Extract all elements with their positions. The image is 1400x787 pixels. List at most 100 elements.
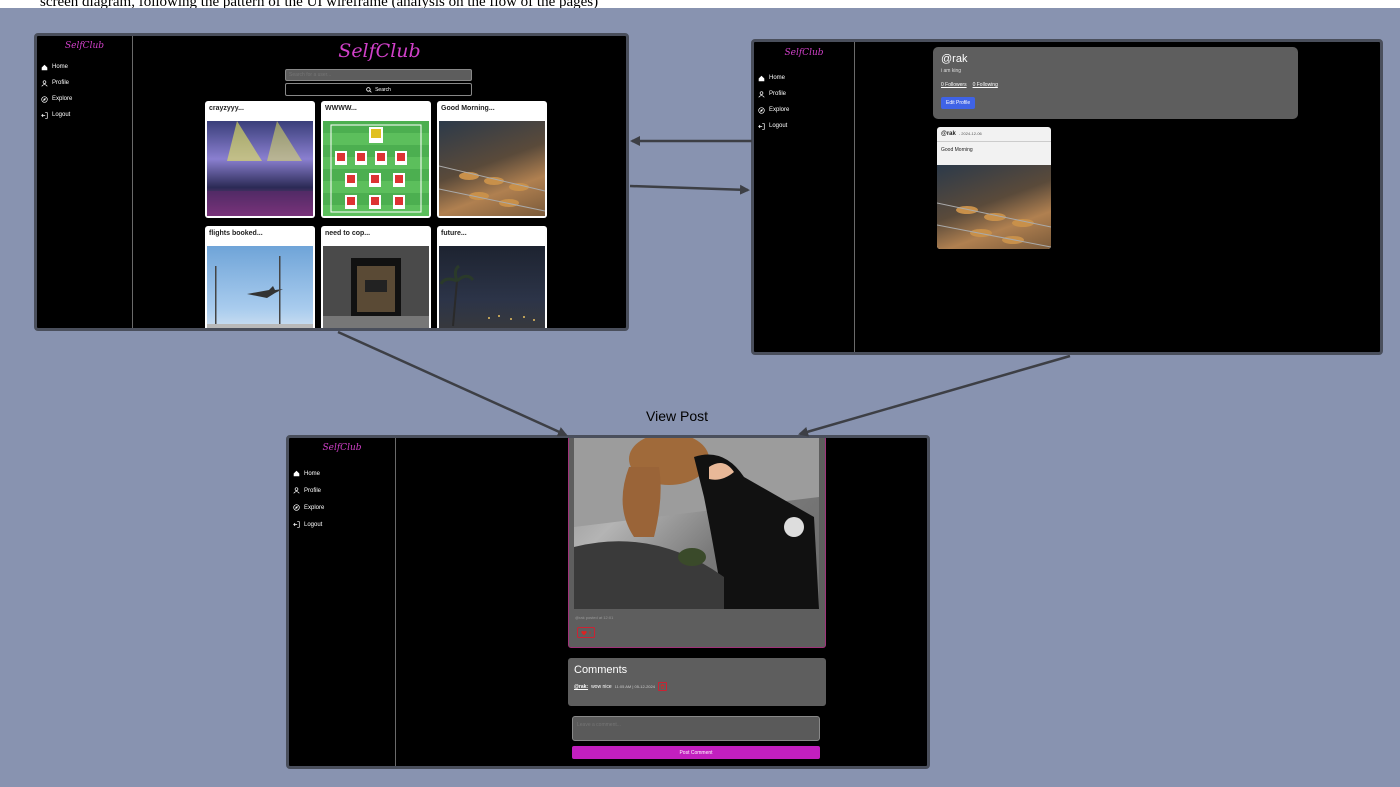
profile-handle: @rak [941,53,968,65]
post-caption: Good Morning [941,147,973,153]
comment-item: @rak: wow nice 11:05 AM | 05-12-2024 [574,682,820,691]
followers-link[interactable]: 0 Followers [941,82,967,88]
nav-item-logout[interactable]: Logout [758,118,854,134]
profile-header: @rak i am king 0 Followers 0 Following E… [933,47,1298,119]
delete-comment-button[interactable] [657,682,667,691]
nav-label: Profile [769,91,787,97]
logout-icon [758,122,765,130]
view-post-screen: SelfClub Home Profile Explore Logout @ra… [286,435,930,769]
profile-bio: i am king [941,68,962,74]
compass-icon [758,106,765,114]
comments-heading: Comments [574,664,628,676]
post-card[interactable]: flights booked... [205,226,315,328]
post-card[interactable]: Good Morning... [437,101,547,218]
compass-icon [41,95,48,103]
post-title: need to cop... [325,230,371,237]
nav-item-profile[interactable]: Profile [293,482,395,499]
view-post-main: @rak posted at 12:01 0 Comments @rak: wo… [396,438,927,766]
nav-item-profile[interactable]: Profile [41,75,132,91]
like-count: 0 [588,630,592,635]
edit-profile-button[interactable]: Edit Profile [941,97,976,109]
post-date: - 2024-12-06 [958,131,982,136]
user-icon [293,487,300,494]
nav-item-logout[interactable]: Logout [293,516,395,533]
search-button[interactable]: Search [285,83,472,96]
user-icon [41,79,48,87]
arrow-home-to-view-post [337,330,568,437]
comment-author[interactable]: @rak: [574,684,588,690]
nav-label: Profile [304,487,322,494]
home-main: SelfClub Search crayzyyy... WWWW... [133,36,626,328]
brand-logo: SelfClub [322,443,362,453]
top-caption-band: screen diagram, following the pattern of… [0,0,1400,8]
post-title: crayzyyy... [209,105,244,112]
home-icon [41,64,48,70]
post-image-airplane [207,246,313,328]
logout-icon [293,521,300,528]
arrow-home-to-profile [629,184,750,195]
nav-item-explore[interactable]: Explore [293,499,395,516]
profile-post-card[interactable]: @rak - 2024-12-06 Good Morning [937,127,1051,249]
brand-logo: SelfClub [784,48,824,58]
comment-timestamp: 11:05 AM | 05-12-2024 [614,684,655,689]
nav-label: Logout [304,521,323,528]
nav-label: Explore [769,107,790,113]
post-image-football-lineup [323,121,429,216]
post-image-concert [207,121,313,216]
nav-label: Explore [304,504,325,511]
post-detail-panel: @rak posted at 12:01 0 [568,438,826,648]
nav-label: Home [304,470,321,477]
post-title: Good Morning... [441,105,495,112]
nav-label: Logout [52,112,71,118]
nav-item-home[interactable]: Home [41,59,132,75]
post-card[interactable]: future... [437,226,547,328]
home-icon [293,470,300,477]
nav-item-home[interactable]: Home [758,70,854,86]
home-screen: SelfClub Home Profile Explore Logout Sel… [34,33,629,331]
post-title: flights booked... [209,230,263,237]
post-comment-button[interactable]: Post Comment [572,746,820,759]
post-image-night-city [439,246,545,328]
post-image-framed-item [323,246,429,328]
post-meta: @rak posted at 12:01 [575,615,614,620]
profile-main: @rak i am king 0 Followers 0 Following E… [855,42,1380,352]
nav-item-explore[interactable]: Explore [758,102,854,118]
page-title: SelfClub [338,40,421,62]
nav-item-explore[interactable]: Explore [41,91,132,107]
post-image-dog [574,438,819,609]
nav-item-profile[interactable]: Profile [758,86,854,102]
logout-icon [41,111,48,119]
trash-icon [660,684,665,689]
nav-label: Home [52,64,69,70]
arrow-profile-to-view-post [798,354,1071,437]
post-card[interactable]: crayzyyy... [205,101,315,218]
sidebar: SelfClub Home Profile Explore Logout [37,36,133,328]
post-image-bakery [439,121,545,216]
comments-panel: Comments @rak: wow nice 11:05 AM | 05-12… [568,658,826,706]
search-icon [366,86,372,93]
brand-logo: SelfClub [64,41,105,51]
search-button-label: Search [375,86,391,93]
post-card[interactable]: WWWW... [321,101,431,218]
nav-label: Logout [769,123,788,129]
sidebar: SelfClub Home Profile Explore Logout [754,42,855,352]
home-icon [758,75,765,81]
profile-screen: SelfClub Home Profile Explore Logout @ra… [751,39,1383,355]
post-author[interactable]: @rak [941,131,956,137]
search-input[interactable] [285,69,472,81]
following-link[interactable]: 0 Following [973,82,998,88]
like-button[interactable]: 0 [577,627,595,638]
nav-item-home[interactable]: Home [293,465,395,482]
section-label: View Post [646,408,708,424]
nav-item-logout[interactable]: Logout [41,107,132,123]
nav-label: Profile [52,80,70,86]
sidebar: SelfClub Home Profile Explore Logout [289,438,396,766]
nav-label: Home [769,75,786,81]
top-caption-text: screen diagram, following the pattern of… [40,0,599,8]
heart-icon [581,630,587,635]
post-title: future... [441,230,467,237]
compass-icon [293,504,300,511]
post-card[interactable]: need to cop... [321,226,431,328]
comment-input[interactable] [572,716,820,741]
post-title: WWWW... [325,105,357,112]
